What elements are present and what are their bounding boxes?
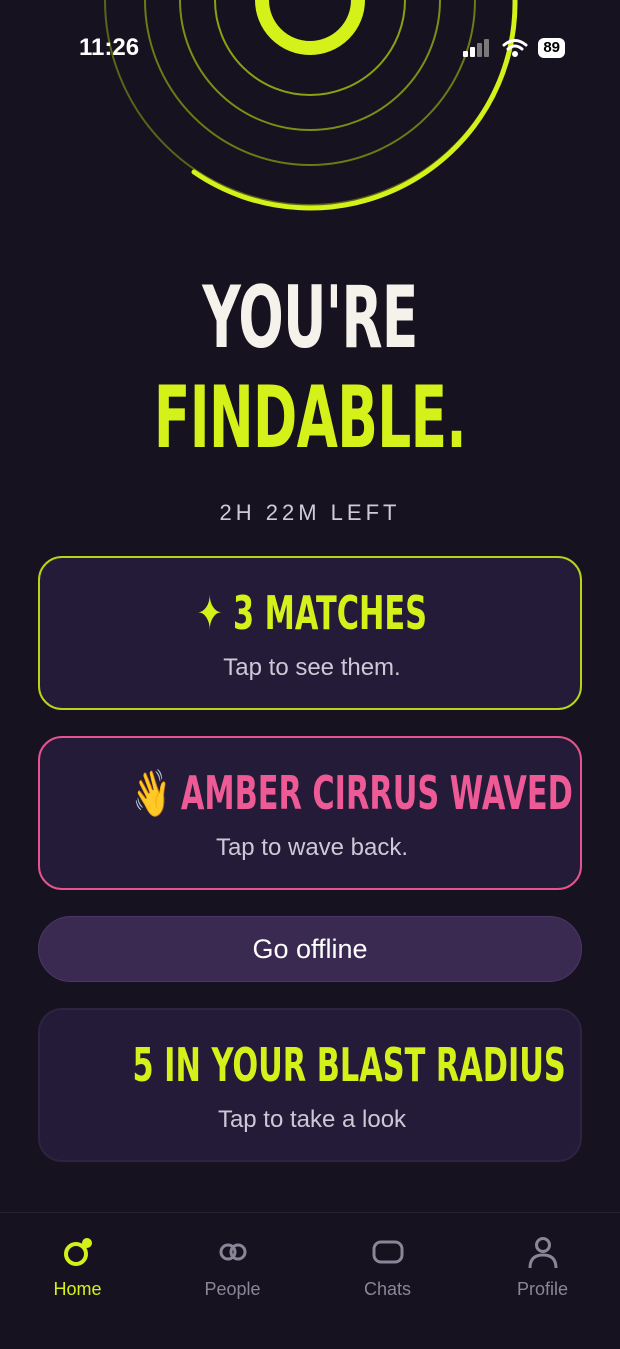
hero-title-line2: FINDABLE. [153, 368, 467, 468]
status-bar: 11:26 89 [0, 0, 620, 100]
tab-home[interactable]: Home [0, 1213, 155, 1349]
tab-profile-label: Profile [516, 1279, 569, 1299]
blast-radius-card[interactable]: 5 IN YOUR BLAST RADIUS Tap to take a loo… [38, 1008, 582, 1162]
status-icons: 89 [462, 38, 565, 58]
time-left-label: 2H 22M LEFT [219, 500, 401, 525]
wave-title-text: AMBER CIRRUS WAVED [180, 766, 573, 820]
battery-indicator: 89 [538, 38, 565, 58]
waving-hand-icon: 👋 [132, 766, 171, 820]
home-ring-icon [63, 1238, 92, 1266]
tab-chats-label: Chats [363, 1279, 412, 1299]
person-icon [528, 1237, 557, 1269]
wifi-icon [502, 39, 528, 57]
blast-radius-title: 5 IN YOUR BLAST RADIUS [132, 1038, 566, 1092]
matches-title-text: 3 MATCHES [232, 586, 428, 640]
chat-bubble-icon [372, 1240, 403, 1264]
tab-profile[interactable]: Profile [465, 1213, 620, 1349]
sparkle-icon: ✦ [196, 586, 223, 640]
people-rings-icon [219, 1243, 246, 1261]
wave-card[interactable]: 👋 AMBER CIRRUS WAVED Tap to wave back. [38, 736, 582, 890]
matches-title: ✦ 3 MATCHES [132, 586, 491, 640]
tab-chats[interactable]: Chats [310, 1213, 465, 1349]
wave-title: 👋 AMBER CIRRUS WAVED [132, 766, 572, 821]
wave-subtitle: Tap to wave back. [215, 834, 409, 861]
tab-home-label: Home [53, 1279, 102, 1299]
tab-people-label: People [204, 1279, 261, 1299]
hero-title-line1: YOU'RE [202, 268, 418, 368]
cellular-signal-icon [463, 39, 490, 57]
go-offline-button[interactable]: Go offline [38, 916, 582, 982]
matches-card[interactable]: ✦ 3 MATCHES Tap to see them. [38, 556, 582, 710]
status-time: 11:26 [79, 34, 140, 61]
blast-radius-subtitle: Tap to take a look [217, 1106, 407, 1133]
tab-people[interactable]: People [155, 1213, 310, 1349]
matches-subtitle: Tap to see them. [223, 654, 401, 681]
bottom-tab-bar: Home People Chats Profile [0, 1212, 620, 1349]
